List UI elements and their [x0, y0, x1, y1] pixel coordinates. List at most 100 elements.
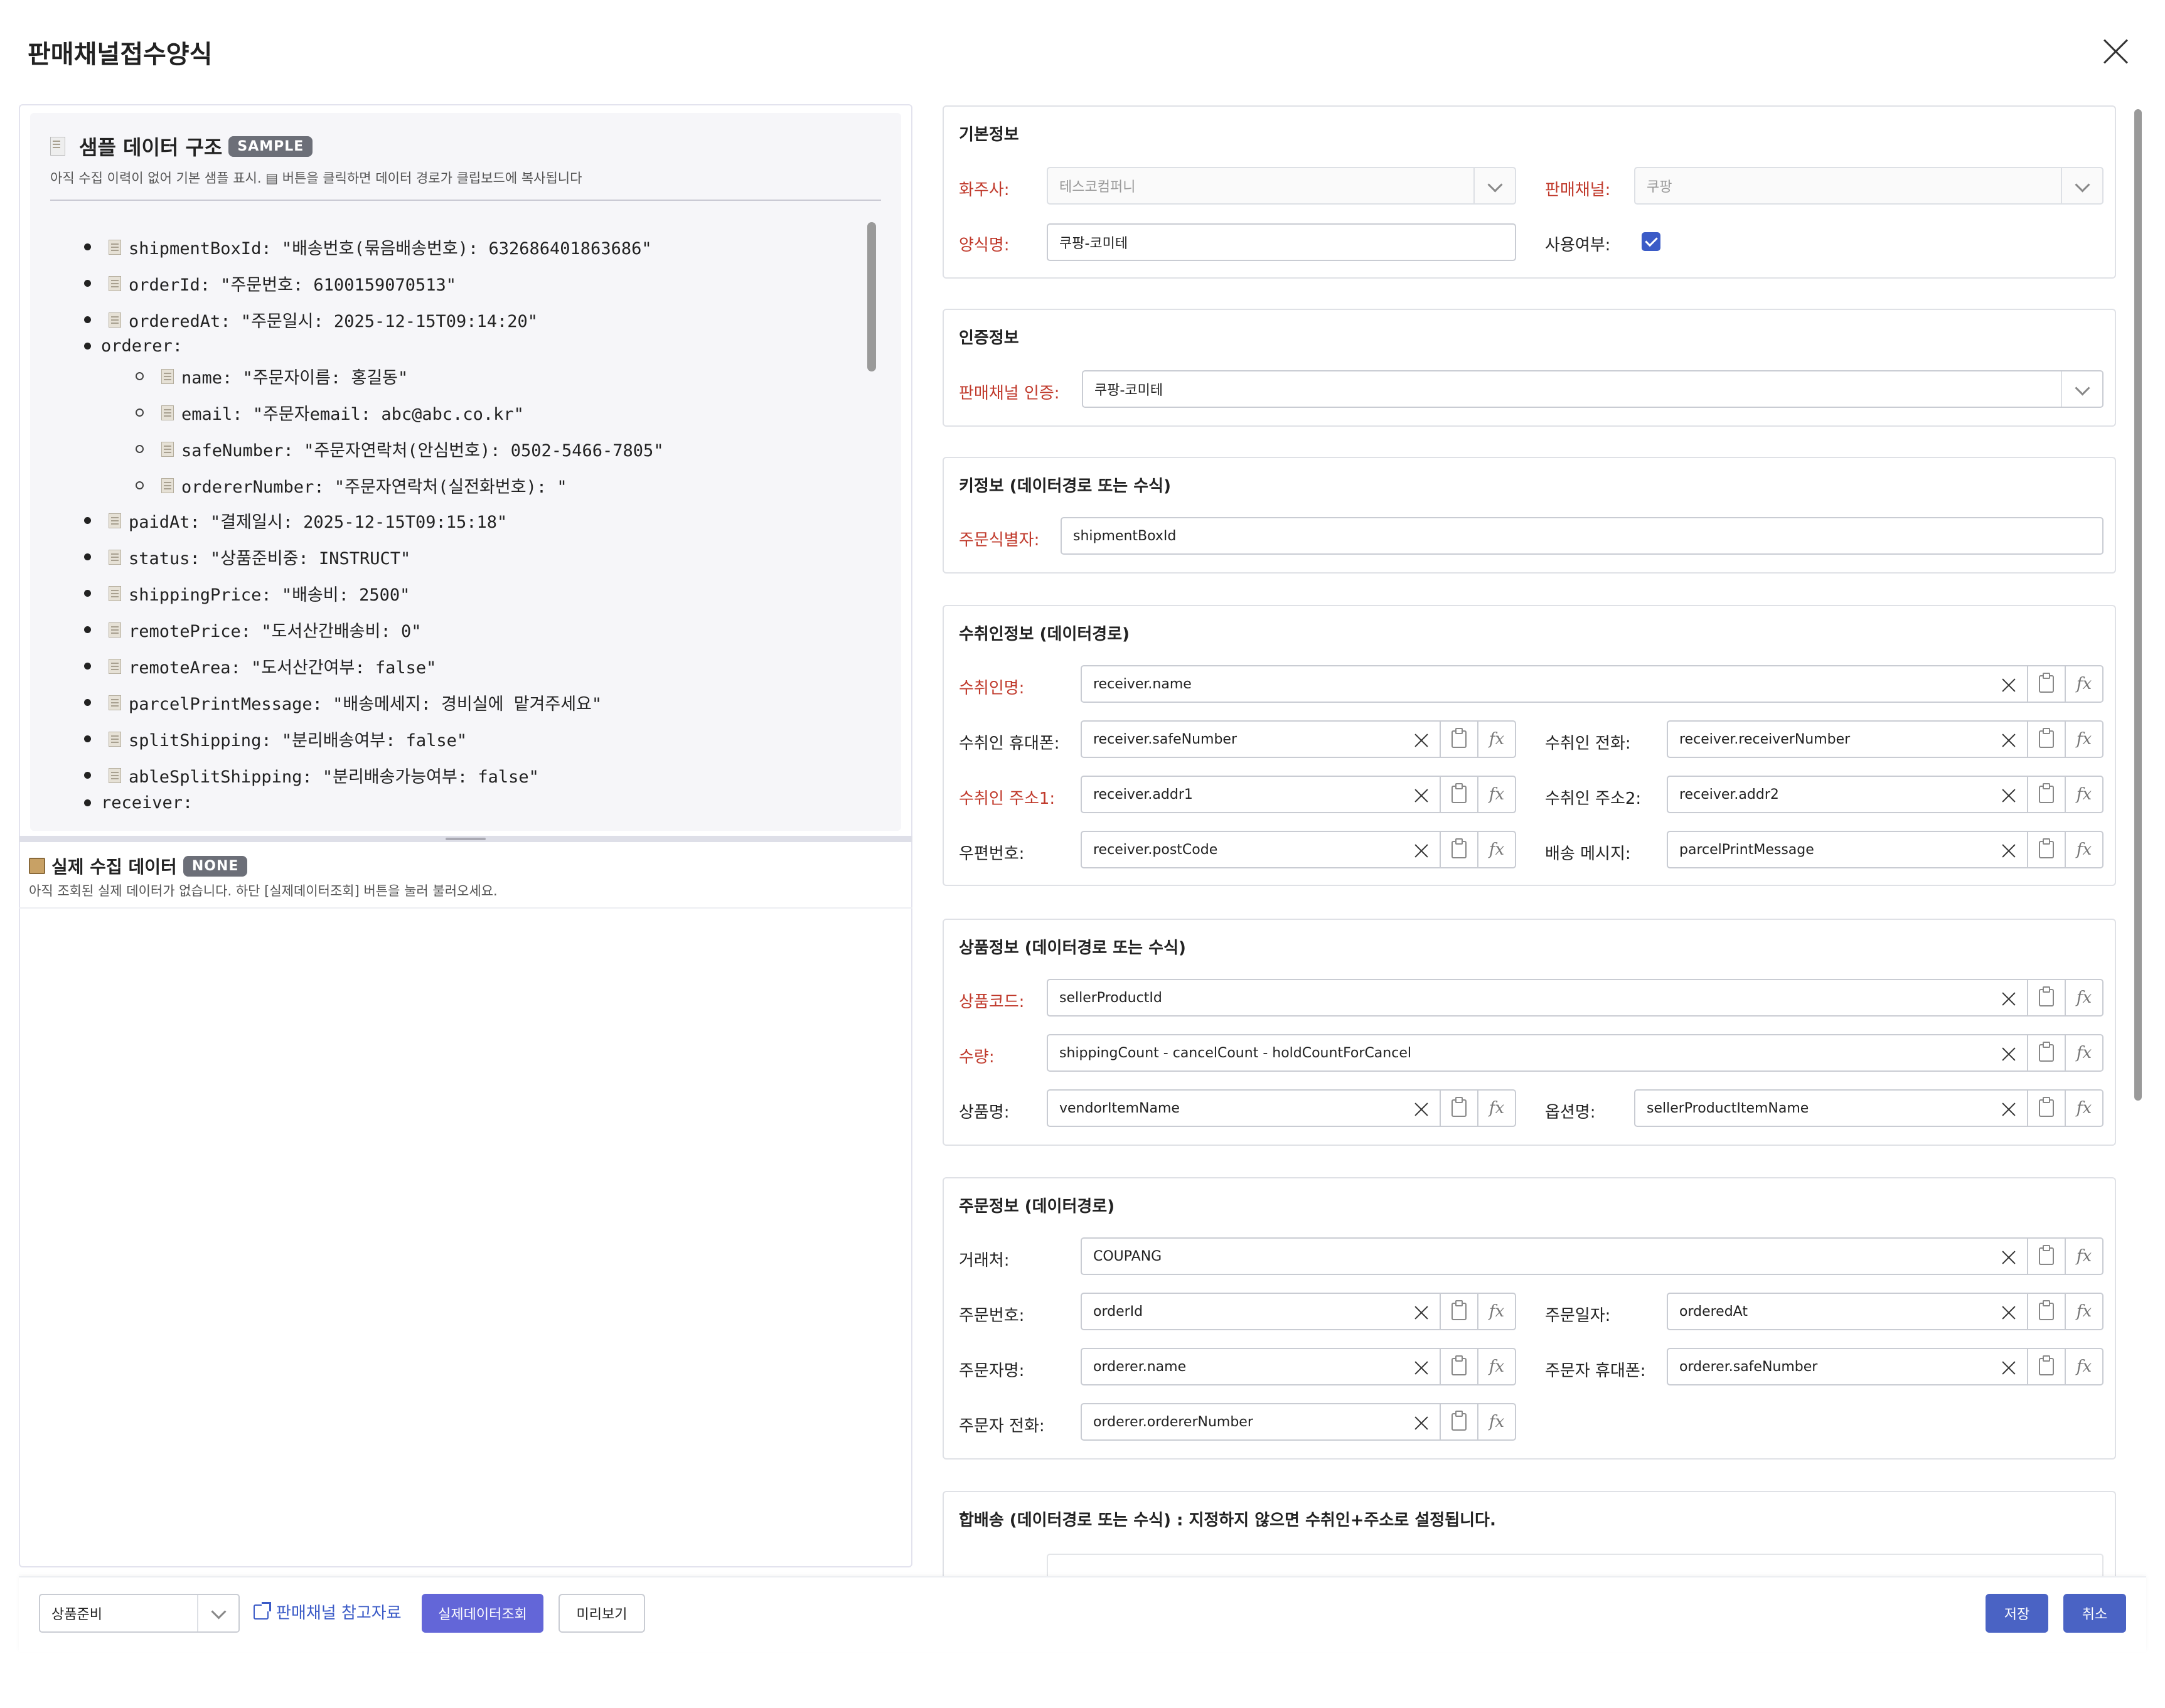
- clear-icon[interactable]: [1992, 1091, 2027, 1126]
- shipper-select[interactable]: 테스코컴퍼니: [1047, 167, 1516, 205]
- copy-button[interactable]: [2028, 831, 2066, 868]
- splitter-handle[interactable]: [446, 838, 486, 840]
- channel-select[interactable]: 쿠팡: [1634, 167, 2104, 205]
- receiver-phone-input[interactable]: receiver.receiverNumber: [1667, 720, 2028, 758]
- orderer-phone-field[interactable]: orderer.ordererNumber fx: [1081, 1403, 1516, 1441]
- order-date-field[interactable]: orderedAt fx: [1667, 1293, 2104, 1330]
- clear-icon[interactable]: [1992, 1294, 2027, 1329]
- clear-icon[interactable]: [1404, 1404, 1440, 1439]
- copy-path-icon[interactable]: [109, 549, 121, 565]
- zip-field[interactable]: receiver.postCode fx: [1081, 831, 1516, 868]
- right-scrollbar[interactable]: [2134, 109, 2142, 1101]
- save-button[interactable]: 저장: [1986, 1594, 2048, 1633]
- clear-icon[interactable]: [1992, 722, 2027, 757]
- option-name-field[interactable]: sellerProductItemName fx: [1634, 1089, 2104, 1127]
- auth-select[interactable]: 쿠팡-코미테: [1082, 370, 2104, 408]
- cancel-button[interactable]: 취소: [2063, 1594, 2126, 1633]
- vendor-field[interactable]: COUPANG fx: [1081, 1237, 2104, 1275]
- copy-button[interactable]: [1441, 1348, 1478, 1385]
- quantity-input[interactable]: shippingCount - cancelCount - holdCountF…: [1047, 1034, 2028, 1072]
- zip-input[interactable]: receiver.postCode: [1081, 831, 1441, 868]
- clear-icon[interactable]: [1404, 832, 1440, 867]
- copy-button[interactable]: [1441, 720, 1478, 758]
- order-date-input[interactable]: orderedAt: [1667, 1293, 2028, 1330]
- formula-button[interactable]: fx: [2066, 831, 2104, 868]
- copy-button[interactable]: [1441, 1293, 1478, 1330]
- clear-icon[interactable]: [1992, 666, 2027, 702]
- copy-button[interactable]: [2028, 776, 2066, 813]
- copy-path-icon[interactable]: [109, 622, 121, 638]
- copy-button[interactable]: [2028, 1237, 2066, 1275]
- receiver-phone-field[interactable]: receiver.receiverNumber fx: [1667, 720, 2104, 758]
- option-name-input[interactable]: sellerProductItemName: [1634, 1089, 2028, 1127]
- copy-button[interactable]: [2028, 1348, 2066, 1385]
- formula-button[interactable]: fx: [1478, 1293, 1516, 1330]
- copy-button[interactable]: [2028, 1293, 2066, 1330]
- clear-icon[interactable]: [1992, 777, 2027, 812]
- reference-link[interactable]: 판매채널 참고자료: [254, 1600, 402, 1623]
- sample-scrollbar[interactable]: [867, 222, 876, 371]
- order-no-input[interactable]: orderId: [1081, 1293, 1441, 1330]
- copy-button[interactable]: [1441, 831, 1478, 868]
- product-code-input[interactable]: sellerProductId: [1047, 979, 2028, 1017]
- merge-input[interactable]: [1047, 1554, 2104, 1579]
- formula-button[interactable]: fx: [1478, 831, 1516, 868]
- receiver-addr1-field[interactable]: receiver.addr1 fx: [1081, 776, 1516, 813]
- receiver-addr2-field[interactable]: receiver.addr2 fx: [1667, 776, 2104, 813]
- formula-button[interactable]: fx: [2066, 776, 2104, 813]
- clear-icon[interactable]: [1404, 1349, 1440, 1384]
- close-icon[interactable]: [2101, 36, 2131, 67]
- clear-icon[interactable]: [1404, 722, 1440, 757]
- clear-icon[interactable]: [1404, 1091, 1440, 1126]
- status-select[interactable]: 상품준비: [39, 1594, 240, 1633]
- formula-button[interactable]: fx: [1478, 1403, 1516, 1441]
- copy-path-icon[interactable]: [161, 441, 174, 457]
- copy-path-icon[interactable]: [109, 695, 121, 710]
- copy-path-icon[interactable]: [109, 585, 121, 601]
- order-no-field[interactable]: orderId fx: [1081, 1293, 1516, 1330]
- copy-button[interactable]: [2028, 665, 2066, 703]
- clear-icon[interactable]: [1404, 777, 1440, 812]
- formula-button[interactable]: fx: [1478, 776, 1516, 813]
- use-checkbox[interactable]: [1642, 232, 1660, 251]
- clear-icon[interactable]: [1992, 1035, 2027, 1070]
- copy-path-icon[interactable]: [109, 658, 121, 674]
- formula-button[interactable]: fx: [1478, 1348, 1516, 1385]
- delivery-message-field[interactable]: parcelPrintMessage fx: [1667, 831, 2104, 868]
- orderer-mobile-field[interactable]: orderer.safeNumber fx: [1667, 1348, 2104, 1385]
- vendor-input[interactable]: COUPANG: [1081, 1237, 2028, 1275]
- copy-button[interactable]: [1441, 1403, 1478, 1441]
- formula-button[interactable]: fx: [1478, 1089, 1516, 1127]
- copy-button[interactable]: [1441, 776, 1478, 813]
- copy-path-icon[interactable]: [161, 478, 174, 493]
- formula-button[interactable]: fx: [2066, 665, 2104, 703]
- clear-icon[interactable]: [1992, 1239, 2027, 1274]
- receiver-addr1-input[interactable]: receiver.addr1: [1081, 776, 1441, 813]
- copy-path-icon[interactable]: [161, 405, 174, 420]
- fetch-actual-data-button[interactable]: 실제데이터조회: [422, 1594, 543, 1633]
- receiver-mobile-input[interactable]: receiver.safeNumber: [1081, 720, 1441, 758]
- copy-path-icon[interactable]: [109, 767, 121, 783]
- delivery-message-input[interactable]: parcelPrintMessage: [1667, 831, 2028, 868]
- copy-path-icon[interactable]: [161, 368, 174, 384]
- formula-button[interactable]: fx: [2066, 720, 2104, 758]
- copy-path-icon[interactable]: [109, 731, 121, 747]
- copy-button[interactable]: [1441, 1089, 1478, 1127]
- clear-icon[interactable]: [1992, 1349, 2027, 1384]
- orderer-name-field[interactable]: orderer.name fx: [1081, 1348, 1516, 1385]
- clear-icon[interactable]: [1992, 832, 2027, 867]
- formula-button[interactable]: fx: [1478, 720, 1516, 758]
- clear-icon[interactable]: [1992, 980, 2027, 1015]
- orderer-phone-input[interactable]: orderer.ordererNumber: [1081, 1403, 1441, 1441]
- formula-button[interactable]: fx: [2066, 1348, 2104, 1385]
- copy-button[interactable]: [2028, 1089, 2066, 1127]
- orderer-name-input[interactable]: orderer.name: [1081, 1348, 1441, 1385]
- order-id-input[interactable]: shipmentBoxId: [1061, 517, 2104, 555]
- receiver-mobile-field[interactable]: receiver.safeNumber fx: [1081, 720, 1516, 758]
- formula-button[interactable]: fx: [2066, 1089, 2104, 1127]
- quantity-field[interactable]: shippingCount - cancelCount - holdCountF…: [1047, 1034, 2104, 1072]
- formula-button[interactable]: fx: [2066, 1237, 2104, 1275]
- receiver-addr2-input[interactable]: receiver.addr2: [1667, 776, 2028, 813]
- product-code-field[interactable]: sellerProductId fx: [1047, 979, 2104, 1017]
- formula-button[interactable]: fx: [2066, 979, 2104, 1017]
